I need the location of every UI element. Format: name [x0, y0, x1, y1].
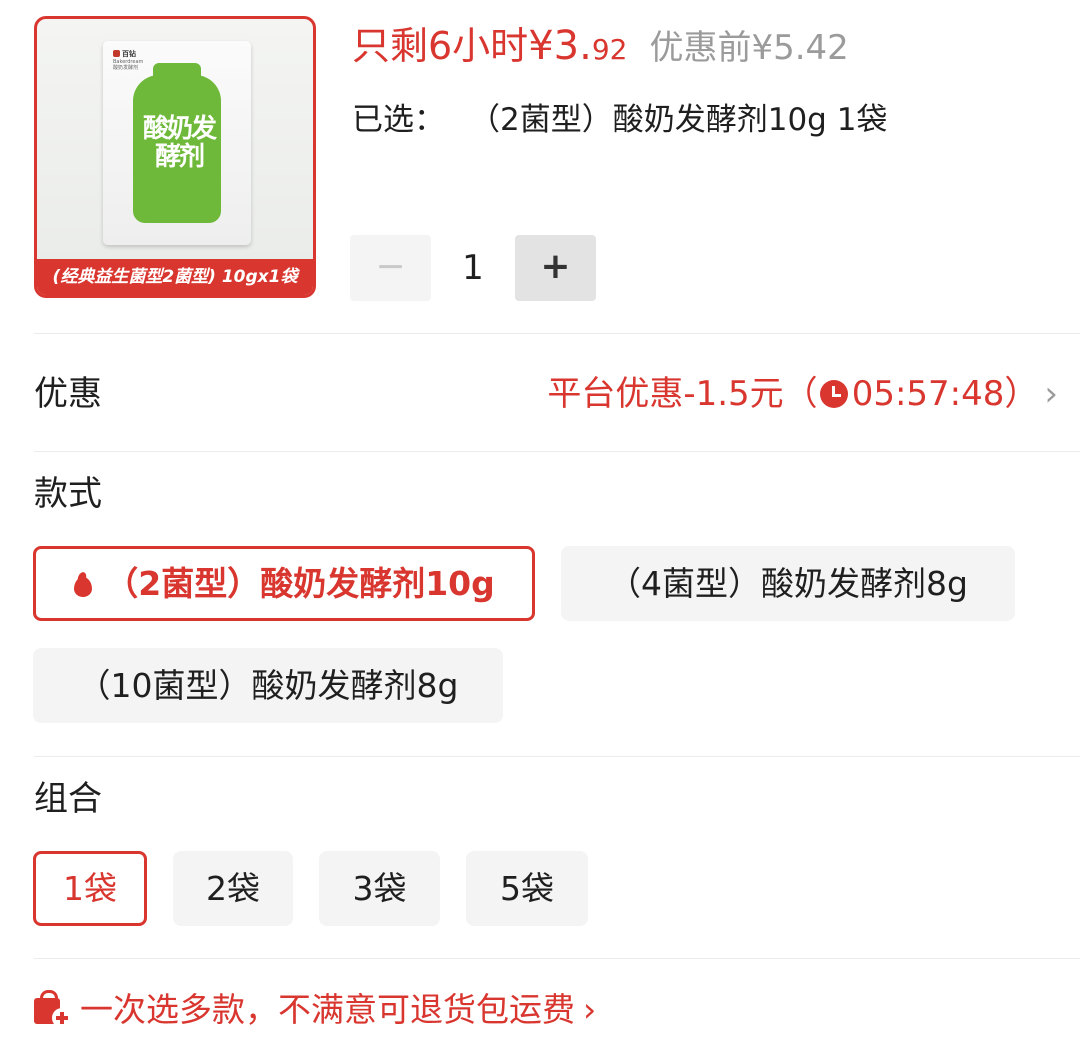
style-option-10-strain[interactable]: （10菌型）酸奶发酵剂8g — [33, 648, 503, 723]
original-price: 优惠前¥5.42 — [649, 28, 849, 68]
price-currency: ¥ — [528, 23, 554, 69]
alarm-clock-icon — [819, 380, 848, 408]
style-section-label: 款式 — [34, 474, 102, 514]
combo-option-label: 5袋 — [500, 869, 554, 908]
product-image[interactable]: 百钻 Bakerdream 酸奶发酵剂 酸奶发酵剂 (经典益生菌型2菌型) 10… — [34, 16, 316, 298]
product-pouch-illustration: 百钻 Bakerdream 酸奶发酵剂 酸奶发酵剂 — [103, 41, 251, 245]
selected-label: 已选： — [352, 102, 445, 138]
divider — [34, 958, 1080, 959]
combo-section-label: 组合 — [34, 779, 102, 819]
footer-text: 一次选多款，不满意可退货包运费 — [80, 990, 575, 1029]
promo-label: 优惠 — [34, 374, 102, 414]
fire-icon — [73, 572, 93, 598]
price-decimal: 92 — [591, 33, 628, 66]
sku-selector-sheet: 百钻 Bakerdream 酸奶发酵剂 酸奶发酵剂 (经典益生菌型2菌型) 10… — [0, 0, 1080, 1039]
price-integer: 3. — [553, 23, 592, 69]
shopping-bag-add-icon — [32, 988, 72, 1028]
combo-option-3[interactable]: 3袋 — [319, 851, 440, 926]
style-option-label: （10菌型）酸奶发酵剂8g — [77, 666, 459, 705]
quantity-value[interactable]: 1 — [450, 235, 496, 301]
divider — [34, 756, 1080, 757]
bottle-art-text: 酸奶发酵剂 — [142, 114, 217, 172]
increase-button[interactable]: + — [515, 235, 596, 301]
promo-row[interactable]: 平台优惠-1.5元（ 05:57:48） › — [547, 368, 1058, 420]
promo-text: 平台优惠-1.5元（ — [547, 374, 818, 414]
combo-option-label: 1袋 — [63, 869, 117, 908]
combo-option-2[interactable]: 2袋 — [173, 851, 293, 926]
selected-value: （2菌型）酸奶发酵剂10g 1袋 — [469, 102, 888, 138]
combo-option-label: 2袋 — [206, 869, 260, 908]
combo-option-1[interactable]: 1袋 — [33, 851, 147, 926]
promo-countdown: 05:57:48 — [851, 374, 1005, 414]
divider — [34, 451, 1080, 452]
divider — [34, 333, 1080, 334]
pouch-logo: 百钻 Bakerdream 酸奶发酵剂 — [113, 50, 144, 71]
price-line: 只剩6小时¥3.92 优惠前¥5.42 — [352, 18, 849, 74]
selected-summary: 已选： （2菌型）酸奶发酵剂10g 1袋 — [352, 98, 887, 142]
combo-option-label: 3袋 — [352, 869, 407, 908]
style-option-label: （2菌型）酸奶发酵剂10g — [105, 564, 495, 603]
decrease-button[interactable]: − — [350, 235, 431, 301]
style-option-label: （4菌型）酸奶发酵剂8g — [608, 564, 968, 603]
multi-select-return-banner[interactable]: 一次选多款，不满意可退货包运费 › — [32, 985, 596, 1035]
style-option-4-strain[interactable]: （4菌型）酸奶发酵剂8g — [561, 546, 1015, 621]
combo-option-5[interactable]: 5袋 — [466, 851, 588, 926]
product-image-banner: (经典益生菌型2菌型) 10gx1袋 — [37, 259, 313, 295]
chevron-right-icon: › — [1044, 374, 1058, 414]
chevron-right-icon: › — [583, 990, 597, 1029]
style-option-2-strain[interactable]: （2菌型）酸奶发酵剂10g — [33, 546, 535, 621]
promo-close-paren: ） — [1004, 374, 1039, 414]
countdown-price-label: 只剩6小时 — [352, 24, 529, 68]
